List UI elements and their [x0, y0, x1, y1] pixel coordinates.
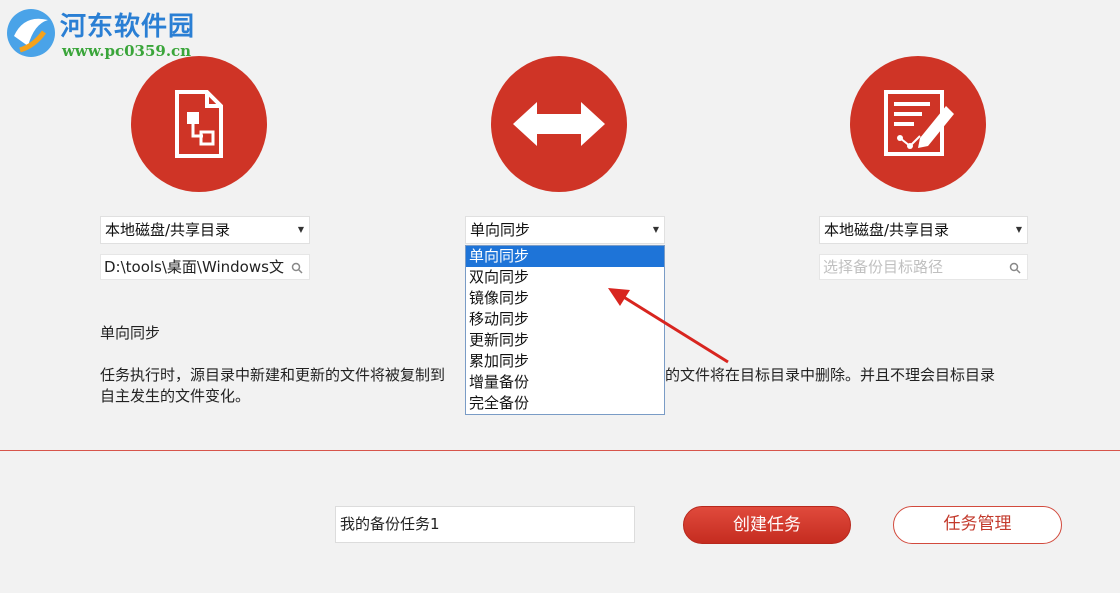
sync-mode-option[interactable]: 单向同步	[466, 246, 664, 267]
create-task-button[interactable]: 创建任务	[683, 506, 851, 544]
source-type-select[interactable]: 本地磁盘/共享目录 ▼	[100, 216, 310, 244]
chevron-down-icon[interactable]: ▼	[293, 217, 309, 243]
source-path-value: D:\tools\桌面\Windows文	[104, 258, 284, 276]
target-path-input[interactable]: 选择备份目标路径	[819, 254, 1028, 280]
task-manage-button[interactable]: 任务管理	[893, 506, 1062, 544]
search-icon[interactable]	[291, 262, 303, 274]
sync-mode-option[interactable]: 增量备份	[466, 372, 664, 393]
sync-mode-select[interactable]: 单向同步 ▼	[465, 216, 665, 244]
double-arrow-icon	[513, 102, 605, 146]
watermark-title: 河东软件园	[60, 12, 196, 42]
watermark-url: www.pc0359.cn	[62, 42, 192, 60]
task-name-input[interactable]: 我的备份任务1	[335, 506, 635, 543]
search-icon[interactable]	[1009, 262, 1021, 274]
source-path-input[interactable]: D:\tools\桌面\Windows文	[100, 254, 310, 280]
chevron-down-icon[interactable]: ▼	[648, 217, 664, 243]
edit-document-icon	[884, 90, 954, 156]
mode-description-line2: 自主发生的文件变化。	[100, 387, 251, 405]
mode-description-line1-left: 任务执行时，源目录中新建和更新的文件将被复制到	[100, 366, 446, 384]
target-circle[interactable]	[850, 56, 986, 192]
mode-description-title: 单向同步	[100, 324, 161, 342]
target-type-value: 本地磁盘/共享目录	[824, 221, 950, 239]
source-type-value: 本地磁盘/共享目录	[105, 221, 231, 239]
file-diagram-icon	[175, 90, 223, 158]
sync-mode-value: 单向同步	[470, 221, 531, 239]
chevron-down-icon[interactable]: ▼	[1011, 217, 1027, 243]
sync-mode-option[interactable]: 完全备份	[466, 393, 664, 414]
source-circle[interactable]	[131, 56, 267, 192]
target-path-placeholder: 选择备份目标路径	[823, 258, 944, 276]
task-name-value: 我的备份任务1	[340, 515, 440, 533]
target-type-select[interactable]: 本地磁盘/共享目录 ▼	[819, 216, 1028, 244]
section-divider	[0, 450, 1120, 451]
annotation-arrow-icon	[608, 288, 729, 364]
mode-circle[interactable]	[491, 56, 627, 192]
site-logo-icon	[7, 9, 55, 57]
